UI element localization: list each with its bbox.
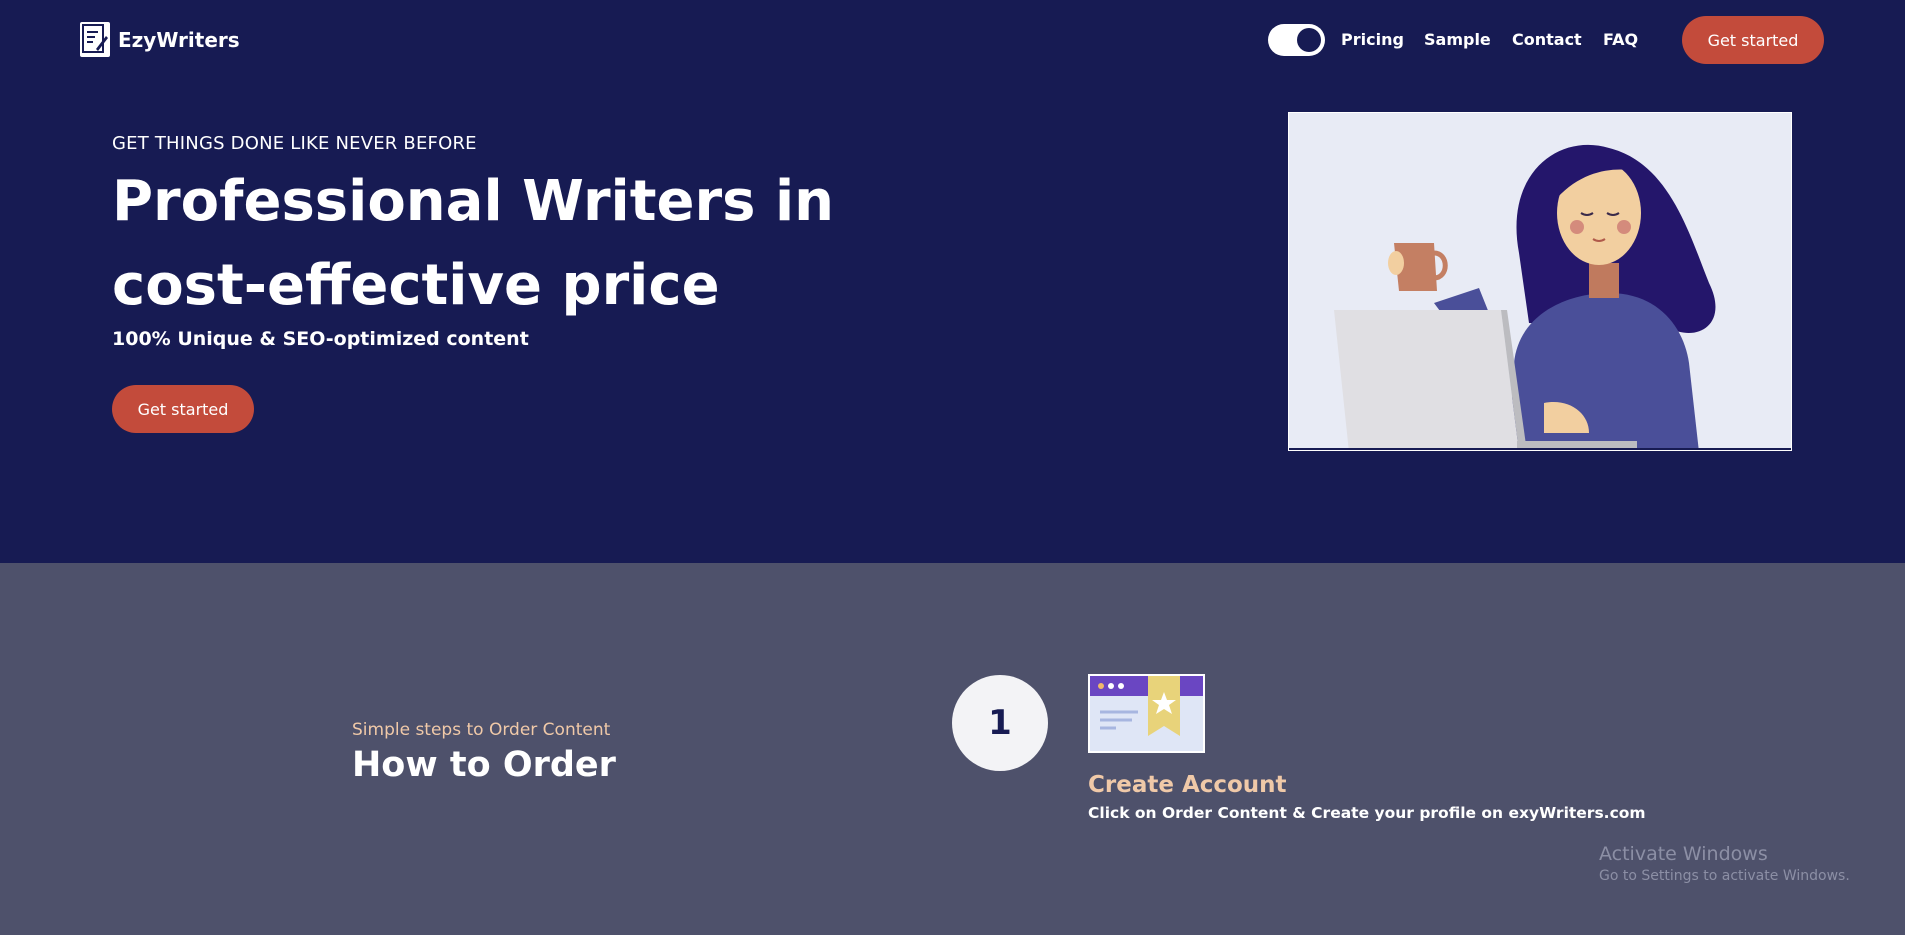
how-to-order-title: How to Order <box>352 745 616 785</box>
hero-get-started-button[interactable]: Get started <box>112 385 254 433</box>
hero-title-line2: cost-effective price <box>112 253 720 318</box>
toggle-knob <box>1297 28 1321 52</box>
windows-activation-subtitle: Go to Settings to activate Windows. <box>1599 868 1850 884</box>
hero-subtitle: 100% Unique & SEO-optimized content <box>112 328 529 350</box>
nav-contact[interactable]: Contact <box>1512 30 1582 49</box>
step-number-badge: 1 <box>952 675 1048 771</box>
hero-section: EzyWriters Pricing Sample Contact FAQ Ge… <box>0 0 1905 563</box>
how-to-order-caption: Simple steps to Order Content <box>352 720 611 740</box>
nav-sample[interactable]: Sample <box>1424 30 1491 49</box>
windows-activation-title: Activate Windows <box>1599 843 1768 865</box>
nav-get-started-button[interactable]: Get started <box>1682 16 1824 64</box>
nav-faq[interactable]: FAQ <box>1603 30 1638 49</box>
hero-illustration <box>1288 112 1792 451</box>
hero-title-line1: Professional Writers in <box>112 169 835 234</box>
theme-toggle[interactable] <box>1268 24 1325 56</box>
account-badge-icon <box>1088 674 1205 753</box>
hero-kicker: GET THINGS DONE LIKE NEVER BEFORE <box>112 133 477 154</box>
brand-logo[interactable]: EzyWriters <box>80 22 240 57</box>
nav-pricing[interactable]: Pricing <box>1341 30 1404 49</box>
step-title: Create Account <box>1088 772 1287 798</box>
brand-name: EzyWriters <box>118 27 240 52</box>
document-pen-icon <box>80 22 110 57</box>
hero-title: Professional Writers in cost-effective p… <box>112 160 912 328</box>
step-description: Click on Order Content & Create your pro… <box>1088 804 1646 822</box>
